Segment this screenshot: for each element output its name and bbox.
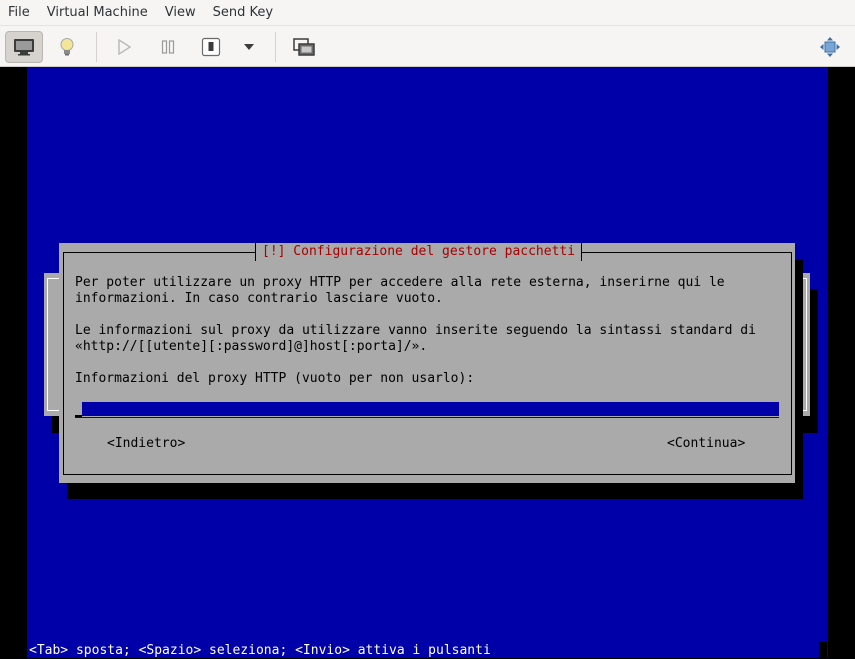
monitor-icon [14, 39, 34, 56]
shutdown-menu-button[interactable] [231, 31, 267, 63]
vm-console[interactable]: [!] Configurazione del gestore pacchetti… [0, 67, 855, 658]
details-view-button[interactable] [48, 31, 86, 63]
console-view-button[interactable] [5, 31, 43, 63]
toolbar-separator [275, 32, 276, 62]
menu-view[interactable]: View [157, 0, 205, 25]
menu-virtual-machine[interactable]: Virtual Machine [39, 0, 157, 25]
dialog-paragraph-2-line-2: «http://[[utente][:password]@]host[:port… [75, 339, 428, 354]
fullscreen-icon [820, 37, 840, 57]
proxy-field-label: Informazioni del proxy HTTP (vuoto per n… [75, 371, 475, 386]
back-button[interactable]: <Indietro> [107, 436, 185, 452]
chevron-down-icon [244, 44, 254, 50]
console-edge-block [819, 642, 827, 658]
snapshots-icon [293, 38, 315, 56]
installer-screen: [!] Configurazione del gestore pacchetti… [27, 67, 828, 658]
background-dialog-shadow [810, 289, 818, 433]
menubar: File Virtual Machine View Send Key [0, 0, 855, 25]
status-line: <Tab> sposta; <Spazio> seleziona; <Invio… [29, 643, 491, 658]
fullscreen-button[interactable] [811, 31, 849, 63]
dialog-shadow [67, 483, 803, 499]
menu-send-key[interactable]: Send Key [205, 0, 282, 25]
pause-button[interactable] [149, 31, 187, 63]
run-button[interactable] [105, 31, 143, 63]
pause-icon [161, 40, 175, 54]
shutdown-button[interactable] [192, 31, 230, 63]
menu-file[interactable]: File [0, 0, 39, 25]
text-cursor [75, 415, 82, 417]
dialog-title: [!] Configurazione del gestore pacchetti [255, 243, 583, 261]
dialog-shadow [795, 260, 803, 499]
toolbar [0, 25, 855, 67]
toolbar-separator [96, 32, 97, 62]
snapshots-button[interactable] [285, 31, 323, 63]
proxy-input[interactable] [82, 402, 779, 416]
power-icon [201, 37, 221, 57]
play-icon [118, 39, 131, 55]
proxy-config-dialog: [!] Configurazione del gestore pacchetti… [59, 243, 795, 483]
lightbulb-icon [60, 38, 74, 56]
proxy-input-container [75, 402, 779, 418]
dialog-paragraph-1-line-1: Per poter utilizzare un proxy HTTP per a… [75, 275, 725, 290]
dialog-paragraph-2-line-1: Le informazioni sul proxy da utilizzare … [75, 323, 756, 338]
continue-button[interactable]: <Continua> [667, 436, 745, 452]
dialog-paragraph-1-line-2: informazioni. In caso contrario lasciare… [75, 291, 443, 306]
